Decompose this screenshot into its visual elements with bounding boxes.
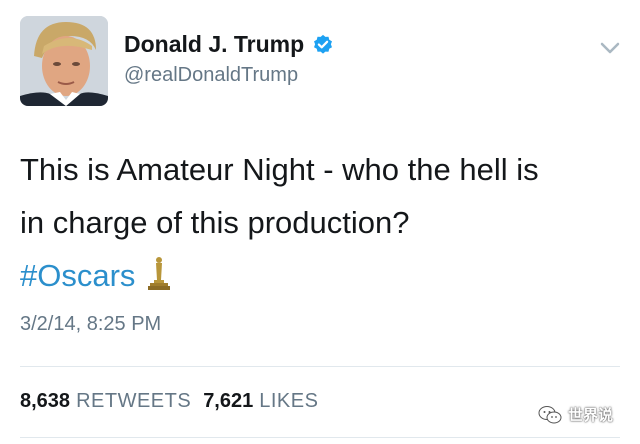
user-handle[interactable]: @realDonaldTrump <box>124 64 298 87</box>
watermark-text: 世界说 <box>568 407 614 424</box>
retweets-label[interactable]: RETWEETS <box>76 390 191 412</box>
profile-photo <box>20 16 108 106</box>
avatar[interactable] <box>20 16 108 106</box>
oscar-statuette-icon <box>148 257 171 290</box>
tweet-line-3: #Oscars <box>20 249 620 302</box>
watermark: 世界说 <box>538 404 613 425</box>
divider <box>20 366 620 367</box>
tweet-stats: 8,638 RETWEETS 7,621 LIKES <box>20 390 318 413</box>
display-name[interactable]: Donald J. Trump <box>124 31 334 58</box>
verified-badge-icon <box>314 34 333 54</box>
chevron-down-icon[interactable] <box>598 40 622 56</box>
tweet-line-1: This is Amateur Night - who the hell is <box>20 152 539 187</box>
likes-count[interactable]: 7,621 <box>203 390 253 412</box>
divider <box>20 437 620 438</box>
hashtag-link[interactable]: #Oscars <box>20 258 135 293</box>
tweet-line-2: in charge of this production? <box>20 205 410 240</box>
tweet-text: This is Amateur Night - who the hell is … <box>20 143 620 302</box>
wechat-icon <box>538 405 562 423</box>
retweets-count[interactable]: 8,638 <box>20 390 70 412</box>
likes-label[interactable]: LIKES <box>259 390 318 412</box>
display-name-text: Donald J. Trump <box>124 31 305 57</box>
tweet-timestamp[interactable]: 3/2/14, 8:25 PM <box>20 313 161 336</box>
